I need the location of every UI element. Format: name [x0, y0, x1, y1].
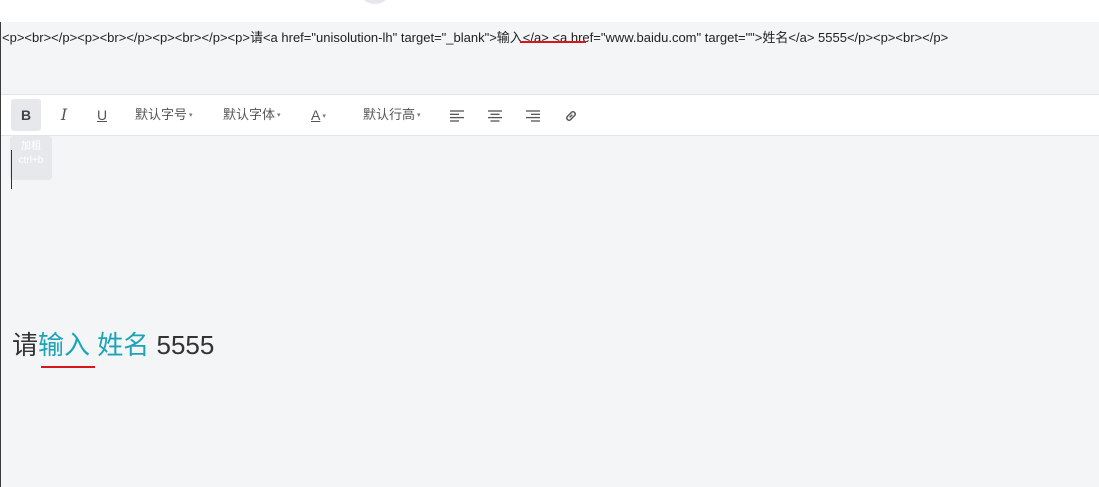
editor-toolbar: B I U 默认字号 ▾ 默认字体 ▾ A ▾ 默认行高 ▾ [1, 94, 1099, 136]
chevron-down-icon: ▾ [322, 112, 326, 120]
editor-content-line[interactable]: 请输入 姓名 5555 [12, 325, 214, 362]
chevron-down-icon: ▾ [189, 111, 193, 119]
align-right-icon [526, 109, 540, 122]
underline-button[interactable]: U [87, 95, 117, 135]
source-annotation-underline [520, 41, 586, 43]
font-size-label: 默认字号 [135, 107, 188, 122]
editor-annotation-underline [41, 366, 95, 368]
insert-link-button[interactable] [556, 95, 586, 135]
tooltip-shortcut: ctrl+b [18, 155, 44, 166]
align-left-button[interactable] [442, 95, 472, 135]
chevron-down-icon: ▾ [277, 111, 281, 119]
align-left-icon [450, 109, 464, 122]
text-cursor [11, 150, 12, 189]
html-source-output: <p><br></p><p><br></p><p><br></p><p>请<a … [0, 22, 1099, 94]
line-height-dropdown[interactable]: 默认行高 ▾ [361, 95, 423, 135]
left-edge-line [0, 22, 1, 487]
tooltip-title: 加粗 [21, 141, 41, 152]
font-color-dropdown[interactable]: A ▾ [309, 95, 328, 135]
html-source-text: <p><br></p><p><br></p><p><br></p><p>请<a … [2, 30, 949, 45]
font-family-dropdown[interactable]: 默认字体 ▾ [221, 95, 283, 135]
line-height-label: 默认行高 [363, 107, 416, 122]
align-right-button[interactable] [518, 95, 548, 135]
bold-button[interactable]: B [11, 99, 41, 131]
editor-text-prefix: 请 [12, 330, 39, 360]
italic-button[interactable]: I [49, 95, 79, 135]
editor-text-suffix: 5555 [149, 330, 215, 360]
font-color-icon: A [311, 107, 321, 123]
chevron-down-icon: ▾ [417, 111, 421, 119]
top-strip [0, 0, 1099, 22]
link-icon [566, 110, 576, 121]
font-family-label: 默认字体 [223, 107, 276, 122]
align-center-button[interactable] [480, 95, 510, 135]
bold-tooltip: 加粗 ctrl+b [10, 136, 52, 180]
editor-link-name[interactable]: 姓名 [97, 330, 149, 360]
align-center-icon [488, 109, 502, 122]
font-size-dropdown[interactable]: 默认字号 ▾ [133, 95, 195, 135]
editor-link-input[interactable]: 输入 [38, 330, 90, 360]
